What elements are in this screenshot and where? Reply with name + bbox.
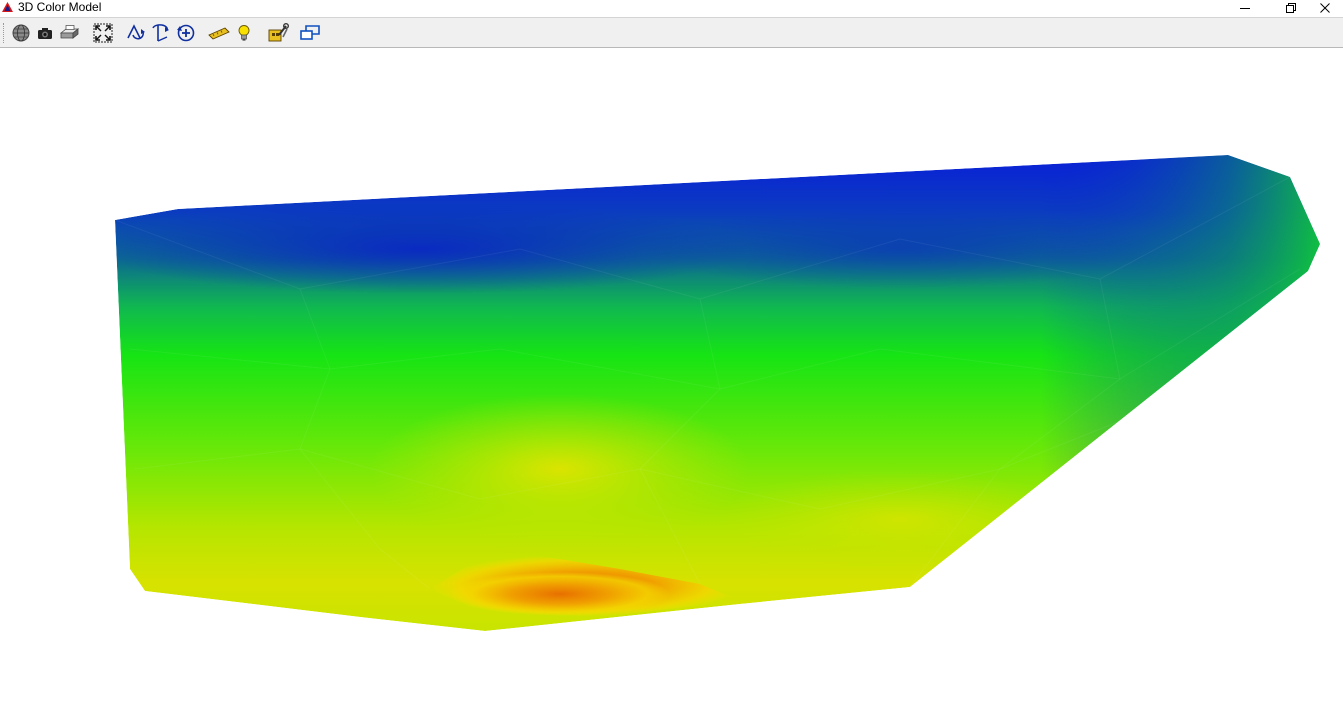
settings-tools-icon [268, 23, 289, 42]
model-viewport[interactable] [0, 49, 1343, 717]
camera-button[interactable] [34, 21, 56, 45]
window-restore-button[interactable] [299, 21, 321, 45]
rotate-z-icon [177, 24, 195, 42]
close-button[interactable] [1306, 0, 1343, 16]
minimize-icon [1240, 8, 1250, 9]
printer-icon [59, 25, 80, 39]
ruler-icon [208, 27, 230, 40]
camera-icon [38, 28, 52, 39]
surface-low-region-2 [640, 209, 1160, 289]
toolbar [0, 17, 1343, 48]
toolbar-grip[interactable] [3, 23, 7, 43]
surface-peak-core [450, 572, 670, 616]
globe-icon [12, 24, 30, 42]
minimize-button[interactable] [1222, 0, 1268, 16]
ruler-button[interactable] [208, 21, 230, 45]
rotate-y-button[interactable] [150, 21, 172, 45]
surface-mid-high-region-2 [720, 469, 1080, 569]
rotate-z-button[interactable] [175, 21, 197, 45]
close-icon [1319, 3, 1330, 13]
app-icon [2, 2, 13, 12]
globe-button[interactable] [10, 21, 32, 45]
zoom-extents-button[interactable] [92, 21, 114, 45]
zoom-extents-icon [93, 23, 113, 43]
light-button[interactable] [233, 21, 255, 45]
restore-icon [1286, 3, 1296, 13]
window-restore-icon [300, 25, 320, 40]
settings-button[interactable] [267, 21, 289, 45]
print-button[interactable] [58, 21, 80, 45]
rotate-x-button[interactable] [125, 21, 147, 45]
window-title: 3D Color Model [18, 0, 102, 14]
color-surface-model[interactable] [0, 49, 1343, 717]
rotate-x-icon [127, 24, 145, 40]
light-bulb-icon [238, 25, 250, 41]
rotate-y-icon [152, 24, 169, 42]
title-bar: 3D Color Model [0, 0, 1343, 16]
